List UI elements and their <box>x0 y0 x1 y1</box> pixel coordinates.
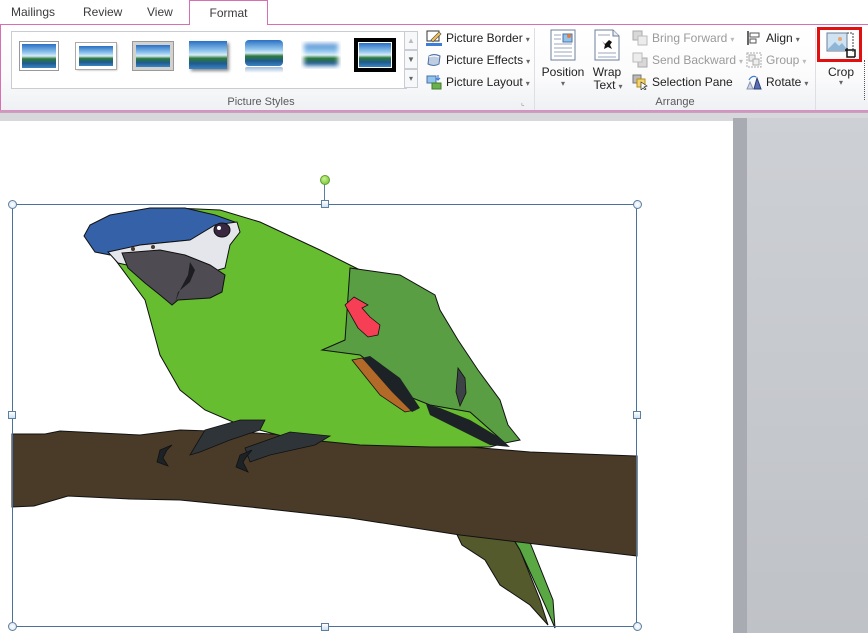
resize-handle-left[interactable] <box>8 411 16 419</box>
resize-handle-top-left[interactable] <box>8 200 17 209</box>
rotation-handle[interactable] <box>320 175 330 185</box>
word-window: Mailings Review View Format ▲ ▼ ▾ Pictur… <box>0 0 868 633</box>
picture-selection-frame <box>12 204 637 627</box>
resize-handle-top-right[interactable] <box>633 200 642 209</box>
resize-handle-bottom-left[interactable] <box>8 622 17 631</box>
resize-handle-top[interactable] <box>321 200 329 208</box>
resize-handle-bottom[interactable] <box>321 623 329 631</box>
resize-handle-bottom-right[interactable] <box>633 622 642 631</box>
resize-handle-right[interactable] <box>633 411 641 419</box>
